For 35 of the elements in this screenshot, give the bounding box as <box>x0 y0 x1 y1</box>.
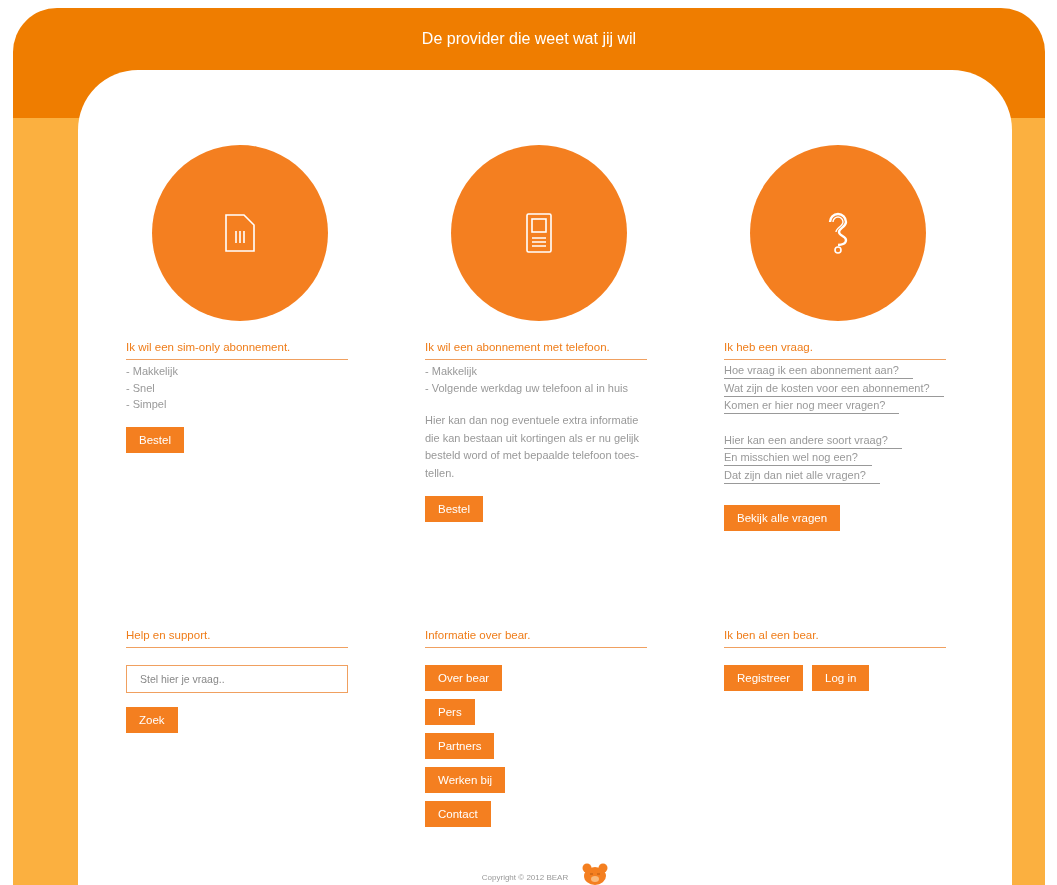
tagline: De provider die weet wat jij wil <box>421 30 637 48</box>
faq-link[interactable]: Komen er hier nog meer vragen? <box>724 398 900 414</box>
account-button[interactable]: Log in <box>812 665 870 691</box>
order-button[interactable]: Bestel <box>425 496 483 522</box>
section-heading: Informatie over bear. <box>425 629 647 648</box>
feature-item: - Volgende werkdag uw telefoon al in huis <box>425 380 629 396</box>
feature-item: - Makkelijk <box>126 364 178 379</box>
faq-link[interactable]: Hoe vraag ik een abonnement aan? <box>724 363 913 379</box>
section-heading: Ik heb een vraag. <box>724 341 946 360</box>
order-button[interactable]: Bekijk alle vragen <box>724 505 841 531</box>
account-button[interactable]: Registreer <box>724 665 804 691</box>
faq-link[interactable]: En misschien wel nog een? <box>724 450 872 466</box>
info-button[interactable]: Contact <box>425 801 491 827</box>
feature-item: - Snel <box>126 380 156 396</box>
sim-card-icon <box>223 213 256 253</box>
order-button[interactable]: Bestel <box>126 426 184 453</box>
info-paragraph: Hier kan dan nog eventuele extra informatie die kan bestaan uit kortingen als er nu gelijk besteld word of met bepaalde telefoon toes-tellen. <box>425 413 641 481</box>
section-heading: Ik ben al een bear. <box>724 629 946 648</box>
info-button[interactable]: Over bear <box>425 665 503 691</box>
section-heading: Help en support. <box>126 629 348 648</box>
search-button[interactable]: Zoek <box>126 707 178 733</box>
feature-item: - Makkelijk <box>425 364 478 379</box>
info-button[interactable]: Pers <box>425 699 475 725</box>
search-field[interactable]: Stel hier je vraag.. <box>126 665 348 693</box>
copyright-text: Copyright © 2012 BEAR <box>481 873 569 882</box>
info-button[interactable]: Werken bij <box>425 767 506 793</box>
bear-logo-icon <box>582 863 609 885</box>
phone-icon <box>524 212 553 254</box>
faq-link[interactable]: Wat zijn de kosten voor een abonnement? <box>724 380 944 397</box>
faq-link[interactable]: Dat zijn dan niet alle vragen? <box>724 467 880 484</box>
section-heading: Ik wil een abonnement met telefoon. <box>425 341 647 360</box>
faq-link[interactable]: Hier kan een andere soort vraag? <box>724 432 902 449</box>
feature-item: - Simpel <box>126 397 168 412</box>
section-heading: Ik wil een sim-only abonnement. <box>126 341 348 360</box>
info-button[interactable]: Partners <box>425 733 495 759</box>
